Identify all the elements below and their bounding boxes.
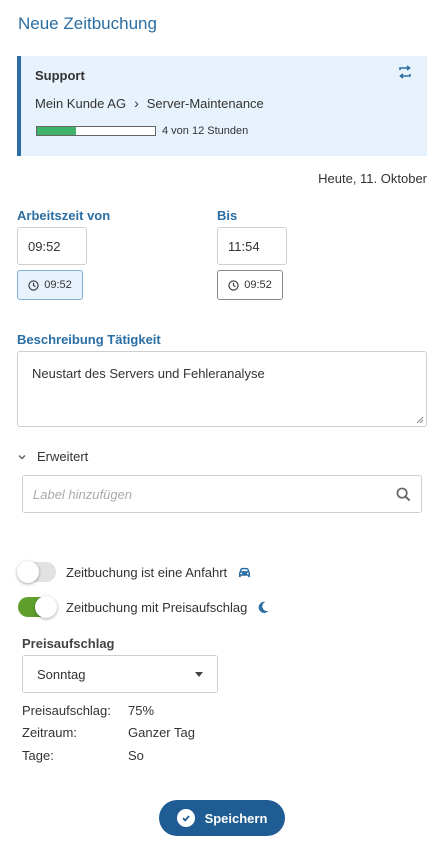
customer-name: Mein Kunde AG [35, 95, 127, 111]
from-now-label: 09:52 [44, 279, 72, 291]
caret-down-icon [195, 672, 203, 677]
car-icon [239, 567, 251, 577]
switch-knob [35, 596, 57, 618]
project-type: Support [35, 68, 85, 83]
surcharge-toggle-label: Zeitbuchung mit Preisaufschlag [66, 599, 248, 615]
project-name: Server-Maintenance [146, 95, 264, 111]
to-now-label: 09:52 [244, 279, 272, 291]
check-circle-icon [176, 809, 195, 827]
clock-icon [28, 279, 39, 291]
to-label: Bis [217, 208, 238, 223]
surcharge-selected: Sonntag [37, 666, 86, 682]
period-detail-label: Zeitraum: [22, 725, 77, 740]
chevron-right-icon: › [134, 95, 139, 111]
page-title: Neue Zeitbuchung [18, 14, 157, 33]
advanced-toggle[interactable]: Erweitert [17, 449, 88, 464]
moon-icon [258, 601, 269, 613]
surcharge-select[interactable]: Sonntag [22, 655, 218, 693]
description-label: Beschreibung Tätigkeit [17, 332, 161, 347]
to-time-value: 11:54 [228, 238, 260, 254]
chevron-down-icon [18, 454, 26, 460]
travel-label: Zeitbuchung ist eine Anfahrt [66, 564, 228, 580]
progress-text: 4 von 12 Stunden [162, 125, 249, 137]
resize-grip-icon[interactable] [416, 416, 424, 424]
breadcrumb: Mein Kunde AG › Server-Maintenance [35, 95, 264, 111]
to-now-button[interactable]: 09:52 [217, 270, 283, 300]
advanced-label: Erweitert [37, 449, 89, 464]
surcharge-switch[interactable] [18, 596, 57, 618]
from-now-button[interactable]: 09:52 [17, 270, 83, 300]
from-time-value: 09:52 [28, 238, 61, 254]
swap-arrows-icon[interactable] [397, 64, 413, 80]
to-time-input[interactable]: 11:54 [217, 227, 287, 265]
days-detail-label: Tage: [22, 748, 54, 763]
surcharge-detail-value: 75% [128, 703, 155, 718]
search-icon[interactable] [396, 487, 411, 502]
clock-icon [228, 279, 239, 291]
hours-progress-bar [36, 126, 156, 136]
from-time-input[interactable]: 09:52 [17, 227, 87, 265]
surcharge-label: Preisaufschlag [22, 636, 115, 651]
switch-knob [17, 561, 39, 583]
progress-fill [37, 127, 77, 135]
project-card: Support Mein Kunde AG › Server-Maintenan… [17, 56, 427, 156]
save-button[interactable]: Speichern [159, 800, 285, 836]
days-detail-value: So [128, 748, 144, 763]
label-placeholder: Label hinzufügen [33, 486, 133, 502]
travel-switch[interactable] [17, 561, 56, 583]
label-search-input[interactable]: Label hinzufügen [22, 475, 422, 513]
surcharge-toggle-row: Zeitbuchung mit Preisaufschlag [18, 596, 270, 618]
travel-toggle-row: Zeitbuchung ist eine Anfahrt [17, 561, 252, 583]
save-label: Speichern [204, 810, 268, 826]
surcharge-detail-label: Preisaufschlag: [22, 703, 111, 718]
from-label: Arbeitszeit von [17, 208, 111, 223]
date-label: Heute, 11. Oktober [318, 171, 427, 186]
description-textarea[interactable]: Neustart des Servers und Fehleranalyse [17, 351, 427, 427]
period-detail-value: Ganzer Tag [128, 725, 195, 740]
description-text: Neustart des Servers und Fehleranalyse [32, 366, 265, 381]
